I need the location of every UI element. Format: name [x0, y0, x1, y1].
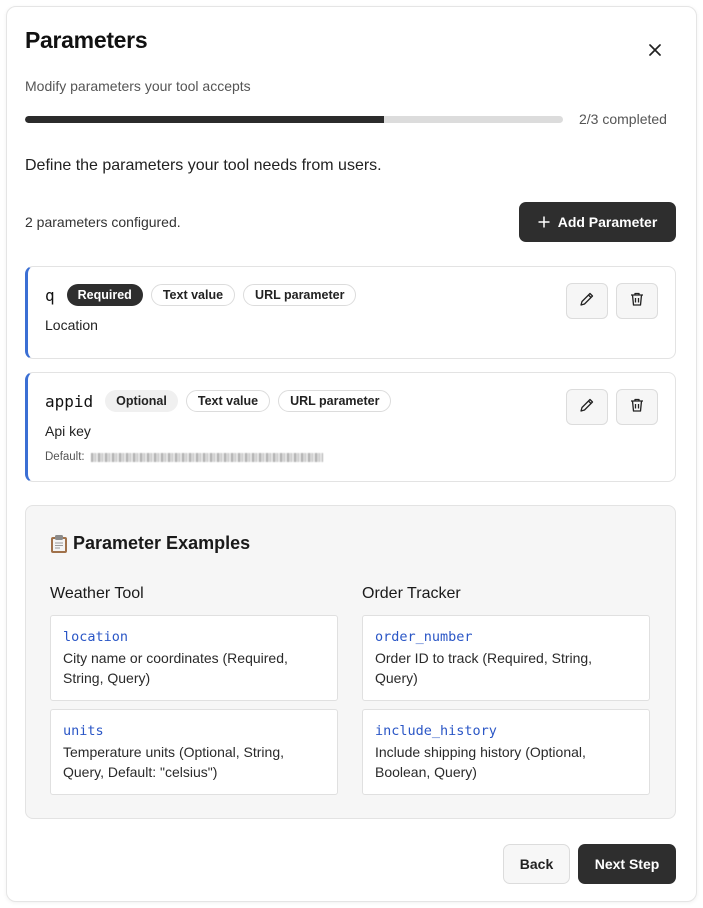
parameters-dialog: Parameters Modify parameters your tool a…: [6, 6, 697, 902]
parameters-count: 2 parameters configured.: [25, 214, 181, 230]
redacted-default-value: [90, 452, 323, 462]
parameter-description: Api key: [45, 423, 91, 439]
example-code: include_history: [375, 723, 497, 739]
parameter-examples-panel: Parameter Examples Weather Tool Order Tr…: [25, 505, 676, 819]
clipboard-icon: [50, 534, 68, 554]
location-badge: URL parameter: [243, 284, 357, 306]
optional-badge: Optional: [105, 390, 178, 412]
close-icon[interactable]: [645, 40, 665, 60]
parameter-card-appid: appid Optional Text value URL parameter …: [25, 372, 676, 482]
pencil-icon: [579, 397, 595, 418]
example-card: units Temperature units (Optional, Strin…: [50, 709, 338, 795]
delete-parameter-button[interactable]: [616, 389, 658, 425]
order-tracker-heading: Order Tracker: [362, 585, 461, 602]
weather-tool-heading: Weather Tool: [50, 585, 144, 602]
example-card: include_history Include shipping history…: [362, 709, 650, 795]
edit-parameter-button[interactable]: [566, 283, 608, 319]
add-parameter-label: Add Parameter: [557, 214, 658, 230]
parameter-default: Default:: [45, 451, 323, 463]
example-description: Include shipping history (Optional, Bool…: [375, 744, 586, 780]
example-card: location City name or coordinates (Requi…: [50, 615, 338, 701]
add-parameter-button[interactable]: Add Parameter: [519, 202, 676, 242]
pencil-icon: [579, 291, 595, 312]
required-badge: Required: [66, 284, 143, 306]
example-description: City name or coordinates (Required, Stri…: [63, 650, 288, 686]
parameter-description: Location: [45, 317, 98, 333]
example-description: Order ID to track (Required, String, Que…: [375, 650, 593, 686]
example-code: units: [63, 723, 104, 739]
location-badge: URL parameter: [278, 390, 392, 412]
intro-text: Define the parameters your tool needs fr…: [25, 157, 382, 174]
dialog-title: Parameters: [25, 27, 148, 53]
next-step-button[interactable]: Next Step: [578, 844, 676, 884]
dialog-subtitle: Modify parameters your tool accepts: [25, 78, 251, 94]
parameter-header: appid Optional Text value URL parameter: [45, 390, 392, 412]
examples-title-text: Parameter Examples: [73, 533, 251, 553]
example-code: location: [63, 629, 129, 645]
progress-bar: [25, 116, 563, 123]
example-code: order_number: [375, 629, 473, 645]
examples-title: Parameter Examples: [50, 533, 250, 554]
edit-parameter-button[interactable]: [566, 389, 608, 425]
trash-icon: [629, 397, 645, 418]
type-badge: Text value: [185, 390, 271, 412]
example-card: order_number Order ID to track (Required…: [362, 615, 650, 701]
progress-text: 2/3 completed: [579, 111, 667, 127]
type-badge: Text value: [150, 284, 236, 306]
plus-icon: [538, 213, 550, 231]
parameter-name: appid: [45, 391, 94, 411]
back-button[interactable]: Back: [503, 844, 570, 884]
parameter-name: q: [45, 285, 55, 305]
parameter-card-q: q Required Text value URL parameter Loca…: [25, 266, 676, 359]
default-label: Default:: [45, 451, 85, 463]
parameter-header: q Required Text value URL parameter: [45, 284, 357, 306]
trash-icon: [629, 291, 645, 312]
delete-parameter-button[interactable]: [616, 283, 658, 319]
progress-fill: [25, 116, 384, 123]
example-description: Temperature units (Optional, String, Que…: [63, 744, 284, 780]
